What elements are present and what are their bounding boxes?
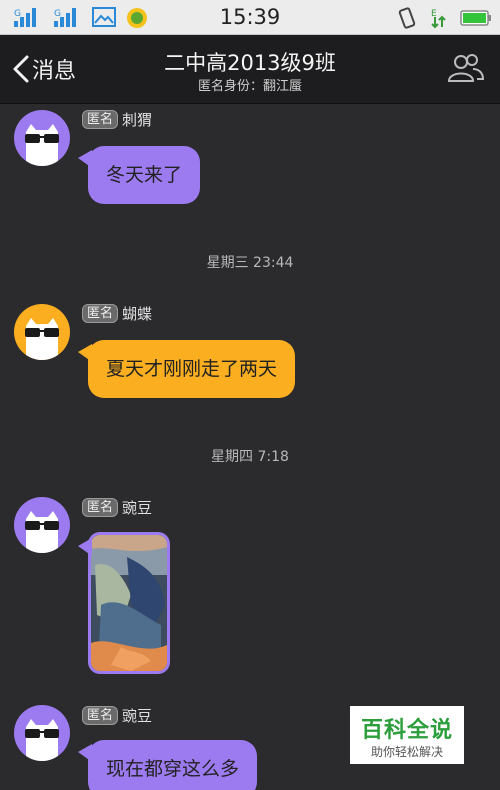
sender-line: 匿名 豌豆 bbox=[82, 704, 152, 726]
anonymous-tag: 匿名 bbox=[82, 705, 119, 725]
vibrate-icon bbox=[398, 7, 416, 29]
cat-sunglasses-avatar-icon bbox=[14, 497, 70, 553]
cat-sunglasses-avatar-icon bbox=[14, 705, 70, 761]
cat-sunglasses-avatar-icon bbox=[14, 110, 70, 166]
anonymous-tag: 匿名 bbox=[82, 303, 119, 323]
photo-message[interactable] bbox=[78, 532, 170, 674]
battery-icon bbox=[460, 10, 491, 26]
avatar[interactable] bbox=[14, 110, 70, 166]
watermark-subtitle: 助你轻松解决 bbox=[370, 745, 443, 759]
anonymous-tag: 匿名 bbox=[82, 497, 119, 517]
avatar[interactable] bbox=[14, 304, 70, 360]
cat-sunglasses-avatar-icon bbox=[14, 304, 70, 360]
sender-nickname: 蝴蝶 bbox=[122, 304, 153, 323]
clothes-photo bbox=[91, 535, 167, 671]
chat-feed[interactable]: 匿名 刺猬 冬天来了 星期三 23:44 匿名 蝴蝶 夏天才刚刚走了两天 星期四… bbox=[0, 104, 500, 790]
sender-nickname: 豌豆 bbox=[122, 498, 153, 517]
message-bubble[interactable]: 夏天才刚刚走了两天 bbox=[77, 340, 296, 398]
avatar[interactable] bbox=[14, 705, 70, 761]
nav-bar: 消息 二中高2013级9班 匿名身份：翻江蜃 bbox=[0, 35, 500, 104]
sender-nickname: 刺猬 bbox=[122, 110, 153, 129]
page-title: 二中高2013级9班 bbox=[164, 51, 336, 75]
group-members-icon[interactable] bbox=[446, 51, 486, 85]
sender-nickname: 豌豆 bbox=[122, 706, 153, 725]
message-bubble[interactable]: 现在都穿这么多 bbox=[77, 740, 258, 790]
sender-line: 匿名 蝴蝶 bbox=[82, 302, 152, 324]
clock: 15:39 bbox=[219, 5, 281, 29]
watermark-title: 百科全说 bbox=[360, 718, 453, 743]
timestamp: 星期四 7:18 bbox=[211, 449, 289, 465]
anonymous-tag: 匿名 bbox=[82, 109, 119, 129]
anonymous-identity: 匿名身份：翻江蜃 bbox=[197, 79, 302, 94]
sender-line: 匿名 豌豆 bbox=[82, 496, 152, 518]
message-bubble[interactable]: 冬天来了 bbox=[77, 146, 201, 204]
data-transfer-icon: E bbox=[431, 9, 446, 29]
timestamp: 星期三 23:44 bbox=[206, 255, 294, 271]
sender-line: 匿名 刺猬 bbox=[82, 108, 152, 130]
watermark-logo: 百科全说 助你轻松解决 bbox=[350, 706, 464, 764]
status-bar: G G 15:39 E bbox=[0, 0, 500, 35]
avatar[interactable] bbox=[14, 497, 70, 553]
